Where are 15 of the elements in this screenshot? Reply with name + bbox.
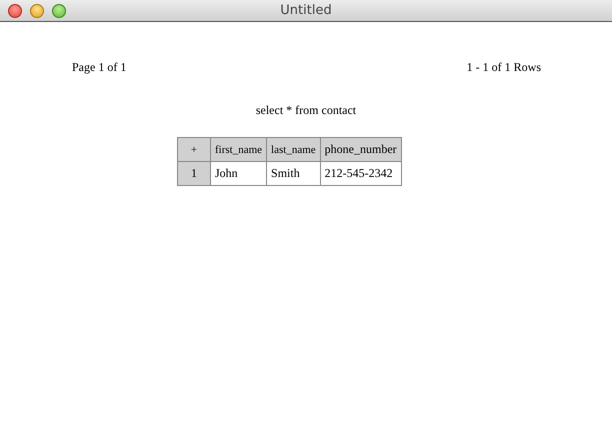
- close-icon[interactable]: [8, 4, 22, 18]
- table-cell: John: [210, 162, 267, 186]
- column-header: last_name: [266, 138, 320, 162]
- add-column-button[interactable]: +: [178, 138, 210, 162]
- column-header: phone_number: [320, 138, 402, 162]
- table-cell: 212-545-2342: [320, 162, 402, 186]
- query-text: select * from contact: [256, 103, 356, 117]
- table-cell: Smith: [266, 162, 320, 186]
- column-header: first_name: [210, 138, 267, 162]
- window-title: Untitled: [280, 3, 332, 18]
- zoom-icon[interactable]: [52, 4, 66, 18]
- row-number: 1: [178, 162, 210, 186]
- row-count: 1 - 1 of 1 Rows: [466, 60, 541, 75]
- minimize-icon[interactable]: [30, 4, 44, 18]
- page-count: Page 1 of 1: [72, 60, 126, 75]
